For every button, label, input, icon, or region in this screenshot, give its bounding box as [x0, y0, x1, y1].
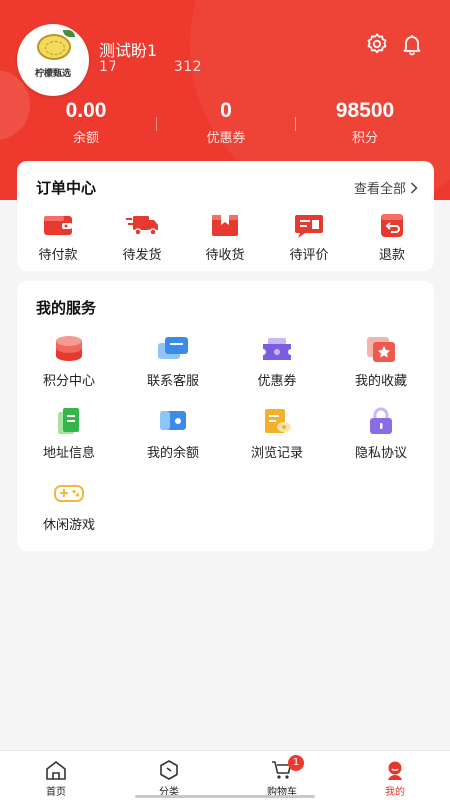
view-all-label: 查看全部 — [353, 182, 406, 197]
gamepad-icon — [54, 485, 84, 502]
favorites-icon — [367, 337, 395, 362]
notification-bell-icon[interactable] — [400, 32, 424, 56]
order-pending-payment[interactable]: 待付款 — [17, 211, 99, 263]
order-center-title: 订单中心 — [36, 179, 97, 197]
order-item-label: 退款 — [378, 248, 405, 263]
chat-icon — [158, 337, 188, 359]
stat-label: 余额 — [72, 131, 99, 146]
history-icon — [265, 409, 291, 433]
leaf-icon — [63, 30, 75, 37]
service-my-balance[interactable]: 我的余额 — [121, 406, 225, 461]
stat-coupons[interactable]: 0 优惠券 — [151, 99, 301, 146]
tab-home[interactable]: 首页 — [0, 759, 112, 798]
address-icon — [58, 408, 79, 434]
lemon-icon — [37, 34, 71, 60]
stat-value: 0 — [220, 99, 232, 122]
service-label: 休闲游戏 — [42, 518, 95, 533]
balance-card-icon — [160, 411, 186, 430]
lock-icon — [370, 407, 392, 434]
refund-icon — [381, 214, 403, 237]
profile-icon — [388, 761, 402, 780]
tab-category[interactable]: 分类 — [113, 759, 225, 798]
order-pending-review[interactable]: 待评价 — [268, 211, 350, 263]
order-pending-shipment[interactable]: 待发货 — [101, 211, 183, 263]
service-label: 联系客服 — [146, 374, 199, 389]
order-item-label: 待发货 — [122, 248, 162, 263]
username[interactable]: 测试盼1 — [99, 37, 157, 61]
wallet-icon — [44, 216, 72, 235]
my-services-title: 我的服务 — [36, 299, 97, 317]
tab-label: 我的 — [385, 787, 405, 798]
points-stack-icon — [56, 336, 82, 361]
service-casual-games[interactable]: 休闲游戏 — [17, 478, 121, 533]
avatar[interactable]: 柠檬甄选 — [17, 24, 89, 96]
stat-label: 积分 — [351, 131, 378, 146]
order-refund[interactable]: 退款 — [351, 211, 433, 263]
service-label: 我的收藏 — [354, 374, 407, 389]
order-item-label: 待付款 — [38, 248, 78, 263]
phone-suffix: 312 — [173, 59, 203, 75]
chevron-right-icon — [410, 181, 418, 194]
order-item-label: 待评价 — [289, 248, 329, 263]
home-icon — [46, 761, 66, 780]
order-pending-receipt[interactable]: 待收货 — [184, 211, 266, 263]
service-points-center[interactable]: 积分中心 — [17, 334, 121, 389]
service-label: 我的余额 — [146, 446, 199, 461]
cart-badge: 1 — [288, 755, 304, 771]
service-label: 地址信息 — [42, 446, 95, 461]
my-services-card: 我的服务 积分中心 联系客服 优惠券 我的收藏 地址信息 我的余额 浏览记录 隐… — [17, 281, 434, 551]
settings-gear-icon[interactable] — [365, 32, 389, 56]
review-icon — [295, 215, 323, 238]
category-hexagon-icon — [160, 760, 178, 780]
order-item-label: 待收货 — [205, 248, 245, 263]
service-label: 隐私协议 — [354, 446, 407, 461]
stat-value: 0.00 — [65, 99, 107, 122]
account-stats: 0.00 余额 0 优惠券 98500 积分 — [0, 99, 450, 155]
service-coupons[interactable]: 优惠券 — [225, 334, 329, 389]
view-all-orders-link[interactable]: 查看全部 — [354, 178, 418, 197]
service-contact-support[interactable]: 联系客服 — [121, 334, 225, 389]
box-icon — [212, 215, 238, 236]
service-browse-history[interactable]: 浏览记录 — [225, 406, 329, 461]
stat-label: 优惠券 — [206, 131, 246, 146]
phone-redaction — [115, 60, 170, 76]
service-favorites[interactable]: 我的收藏 — [329, 334, 433, 389]
service-privacy-policy[interactable]: 隐私协议 — [329, 406, 433, 461]
tab-mine[interactable]: 我的 — [339, 759, 450, 798]
order-center-card: 订单中心 查看全部 待付款 待发货 待收货 待评价 退款 — [17, 161, 434, 271]
truck-icon — [126, 216, 158, 236]
service-label: 浏览记录 — [250, 446, 303, 461]
brand-name: 柠檬甄选 — [34, 69, 71, 79]
stat-balance[interactable]: 0.00 余额 — [11, 99, 161, 146]
service-label: 优惠券 — [257, 374, 297, 389]
service-label: 积分中心 — [42, 374, 95, 389]
bottom-tab-bar: 首页 分类 1 购物车 我的 — [0, 750, 450, 800]
stat-value: 98500 — [335, 99, 395, 122]
home-indicator[interactable] — [135, 795, 315, 798]
coupon-icon — [263, 338, 291, 360]
stat-points[interactable]: 98500 积分 — [290, 99, 440, 146]
tab-label: 首页 — [46, 787, 66, 798]
service-address[interactable]: 地址信息 — [17, 406, 121, 461]
tab-cart[interactable]: 1 购物车 — [226, 755, 338, 798]
